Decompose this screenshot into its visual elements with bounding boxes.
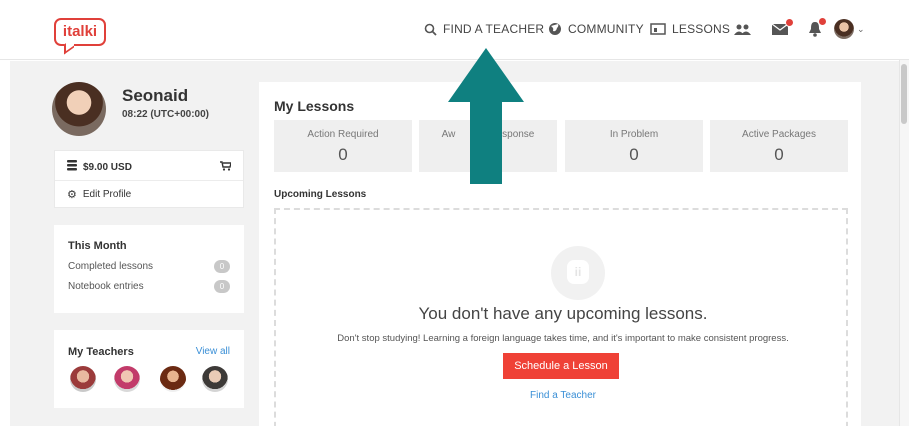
teacher-avatar[interactable] <box>114 366 140 392</box>
chevron-down-icon: ⌄ <box>857 23 865 34</box>
profile-name: Seonaid <box>122 86 189 105</box>
my-lessons-panel: My Lessons Action Required 0 Aw Response … <box>259 82 861 426</box>
nav-community[interactable]: COMMUNITY <box>548 22 644 36</box>
teacher-avatar[interactable] <box>70 366 96 392</box>
wallet-balance: $9.00 USD <box>83 161 132 173</box>
wallet-card: $9.00 USD ⚙ Edit Profile <box>54 150 244 208</box>
user-avatar <box>834 19 854 39</box>
my-teachers-card: My Teachers View all <box>54 330 244 408</box>
messages-badge <box>785 18 794 27</box>
view-all-teachers-link[interactable]: View all <box>196 346 230 357</box>
stat-value: 0 <box>629 145 639 164</box>
upcoming-lessons-heading: Upcoming Lessons <box>274 189 367 200</box>
nav-lessons[interactable]: LESSONS <box>650 22 730 36</box>
edit-profile-link[interactable]: ⚙ Edit Profile <box>67 188 231 201</box>
user-menu[interactable]: ⌄ <box>834 19 865 39</box>
nav-community-label: COMMUNITY <box>568 22 644 36</box>
teacher-avatar[interactable] <box>202 366 228 392</box>
profile-summary: Seonaid 08:22 (UTC+00:00) <box>44 78 244 148</box>
empty-state-title: You don't have any upcoming lessons. <box>418 304 708 323</box>
cart-icon[interactable] <box>220 160 232 174</box>
my-lessons-title: My Lessons <box>274 98 355 114</box>
stat-label: Completed lessons <box>68 261 154 272</box>
nav-find-teacher[interactable]: FIND A TEACHER <box>424 22 544 36</box>
scrollbar-thumb[interactable] <box>901 64 907 124</box>
stat-label: In Problem <box>609 129 659 140</box>
upcoming-lessons-empty-state: ii You don't have any upcoming lessons. … <box>274 208 848 426</box>
stat-label: Action Required <box>307 129 379 140</box>
notifications-bell-icon[interactable] <box>808 17 827 40</box>
italki-chat-icon-letters: ii <box>567 260 589 284</box>
wallet-coins-icon <box>67 160 77 174</box>
completed-lessons-row: Completed lessons 0 <box>68 260 230 273</box>
notebook-entries-count: 0 <box>214 280 230 293</box>
stat-action-required[interactable]: Action Required 0 <box>274 120 412 172</box>
stat-in-problem[interactable]: In Problem 0 <box>565 120 703 172</box>
nav-lessons-label: LESSONS <box>672 22 731 36</box>
empty-state-subtitle: Don't stop studying! Learning a foreign … <box>337 333 789 344</box>
wallet-balance-row[interactable]: $9.00 USD <box>67 160 232 174</box>
lessons-board-icon <box>650 22 666 36</box>
annotation-arrow-icon <box>448 48 524 184</box>
search-icon <box>424 23 437 36</box>
globe-icon <box>548 22 562 36</box>
profile-avatar[interactable] <box>52 82 106 136</box>
schedule-lesson-button[interactable]: Schedule a Lesson <box>503 353 619 379</box>
stat-active-packages[interactable]: Active Packages 0 <box>710 120 848 172</box>
stat-label: Notebook entries <box>68 281 144 292</box>
stat-value: 0 <box>774 145 784 164</box>
italki-chat-icon: ii <box>551 246 605 300</box>
edit-profile-label: Edit Profile <box>82 189 132 200</box>
find-a-teacher-link[interactable]: Find a Teacher <box>276 390 850 401</box>
friends-icon[interactable] <box>734 24 752 36</box>
stat-value: 0 <box>338 145 348 164</box>
notifications-badge <box>818 17 827 26</box>
completed-lessons-count: 0 <box>214 260 230 273</box>
nav-find-teacher-label: FIND A TEACHER <box>443 22 545 36</box>
gear-icon: ⚙ <box>67 189 77 201</box>
profile-local-time: 08:22 (UTC+00:00) <box>122 109 209 120</box>
notebook-entries-row: Notebook entries 0 <box>68 280 230 293</box>
this-month-card: This Month Completed lessons 0 Notebook … <box>54 225 244 313</box>
my-teachers-title: My Teachers <box>68 346 134 358</box>
messages-icon[interactable] <box>771 18 794 39</box>
this-month-title: This Month <box>68 240 127 252</box>
italki-logo[interactable]: italki <box>54 18 106 46</box>
teacher-avatar[interactable] <box>160 366 186 392</box>
divider <box>55 180 243 181</box>
stat-label: Active Packages <box>742 129 816 140</box>
